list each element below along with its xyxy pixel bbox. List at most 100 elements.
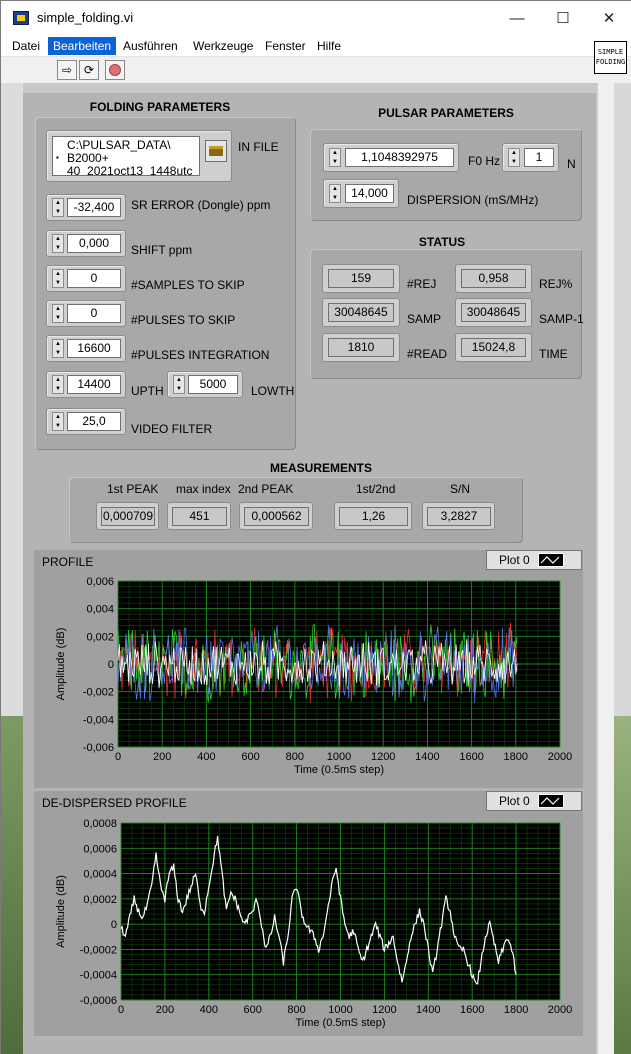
dispersion-input[interactable]: 14,000 [345, 184, 394, 203]
menu-hilfe[interactable]: Hilfe [312, 37, 346, 55]
browse-folder-icon[interactable] [205, 140, 227, 162]
dispersion-label: DISPERSION (mS/MHz) [407, 193, 539, 207]
x-tick-label: 600 [241, 751, 259, 763]
shift-input[interactable]: 0,000 [67, 234, 121, 253]
x-tick-label: 0 [118, 1004, 124, 1016]
toolbar: ⇨ ⟳ [1, 57, 631, 83]
minimize-button[interactable]: — [494, 1, 540, 35]
upth-input[interactable]: 14400 [67, 375, 121, 394]
pulses-integration-input[interactable]: 16600 [67, 339, 121, 358]
menu-ausfuehren[interactable]: Ausführen [118, 37, 183, 55]
second-peak-label: 2nd PEAK [238, 482, 294, 496]
rej-value: 159 [328, 269, 394, 288]
samp-indicator: 30048645 [322, 298, 400, 327]
vi-connector-icon: SIMPLE FOLDING [594, 41, 627, 74]
f0-control: ▲ ▼ 1,1048392975 [323, 143, 459, 172]
close-button[interactable]: ✕ [586, 1, 631, 35]
pulses-skip-input[interactable]: 0 [67, 304, 121, 323]
y-tick-label: 0,0008 [83, 818, 117, 830]
menu-bearbeiten[interactable]: Bearbeiten [48, 37, 117, 55]
infile-path-field[interactable]: C:\PULSAR_DATA\ B2000+ 40_2021oct13_1448… [52, 136, 200, 176]
sr-error-spinner[interactable]: ▲ ▼ [52, 198, 64, 217]
f0-spinner[interactable]: ▲ ▼ [329, 148, 341, 167]
x-tick-label: 400 [200, 1004, 218, 1016]
x-tick-label: 200 [153, 751, 171, 763]
samp1-indicator: 30048645 [455, 298, 532, 327]
sr-error-input[interactable]: -32,400 [67, 198, 121, 217]
shift-spinner[interactable]: ▲ ▼ [52, 234, 64, 253]
max-index-label: max index [176, 482, 231, 496]
x-axis-label: Time (0.5mS step) [295, 1017, 385, 1029]
samples-skip-label: #SAMPLES TO SKIP [131, 278, 245, 292]
samples-skip-input[interactable]: 0 [67, 269, 121, 288]
n-spinner[interactable]: ▲ ▼ [508, 148, 520, 167]
ratio-indicator: 1,26 [334, 502, 412, 530]
x-tick-label: 1800 [504, 751, 528, 763]
x-tick-label: 1000 [328, 1004, 352, 1016]
second-peak-value: 0,000562 [244, 507, 309, 526]
x-tick-label: 1200 [372, 1004, 396, 1016]
profile-plot-legend[interactable]: Plot 0 [486, 550, 582, 570]
maximize-button[interactable]: ☐ [540, 1, 586, 35]
first-peak-indicator: 0,000709 [96, 502, 159, 530]
lowth-spinner[interactable]: ▲ ▼ [173, 375, 185, 394]
line-style-icon [537, 794, 564, 808]
samp-value: 30048645 [328, 303, 394, 322]
application-window: simple_folding.vi — ☐ ✕ Datei Bearbeiten… [0, 0, 631, 1054]
menu-datei[interactable]: Datei [7, 37, 45, 55]
x-tick-label: 1200 [371, 751, 395, 763]
dedispersed-graph-title: DE-DISPERSED PROFILE [42, 796, 187, 810]
pulses-integration-control: ▲ ▼ 16600 [46, 335, 126, 362]
y-axis-label: Amplitude (dB) [55, 875, 67, 948]
first-peak-label: 1st PEAK [107, 482, 159, 496]
run-continuously-icon[interactable]: ⟳ [79, 60, 99, 80]
menu-bar: Datei Bearbeiten Ausführen Werkzeuge Fen… [1, 35, 631, 57]
x-tick-label: 1400 [415, 751, 439, 763]
rej-indicator: 159 [322, 264, 400, 293]
x-tick-label: 1600 [460, 1004, 484, 1016]
abort-icon[interactable] [105, 60, 125, 80]
first-peak-value: 0,000709 [101, 507, 155, 526]
f0-input[interactable]: 1,1048392975 [345, 148, 454, 167]
n-input[interactable]: 1 [524, 148, 554, 167]
run-arrow-icon[interactable]: ⇨ [57, 60, 77, 80]
upth-spinner[interactable]: ▲ ▼ [52, 375, 64, 394]
dedispersed-plot-legend[interactable]: Plot 0 [486, 791, 582, 811]
video-filter-spinner[interactable]: ▲ ▼ [52, 412, 64, 431]
title-bar: simple_folding.vi — ☐ ✕ [1, 1, 631, 35]
x-tick-label: 0 [115, 751, 121, 763]
x-tick-label: 800 [287, 1004, 305, 1016]
dispersion-spinner[interactable]: ▲ ▼ [329, 184, 341, 203]
x-tick-label: 2000 [548, 751, 572, 763]
rej-percent-label: REJ% [539, 277, 573, 291]
f0-label: F0 Hz [468, 154, 501, 168]
rej-label: #REJ [407, 277, 437, 291]
vertical-scrollbar[interactable] [597, 83, 614, 1054]
pulses-integration-spinner[interactable]: ▲ ▼ [52, 339, 64, 358]
video-filter-input[interactable]: 25,0 [67, 412, 121, 431]
sn-label: S/N [450, 482, 471, 496]
max-index-indicator: 451 [167, 502, 231, 530]
samples-skip-spinner[interactable]: ▲ ▼ [52, 269, 64, 288]
desktop-background [1, 716, 23, 1054]
y-tick-label: 0,0006 [83, 843, 117, 855]
pulses-skip-spinner[interactable]: ▲ ▼ [52, 304, 64, 323]
path-indicator-icon: ▪ [56, 153, 59, 162]
video-filter-control: ▲ ▼ 25,0 [46, 408, 126, 435]
menu-werkzeuge[interactable]: Werkzeuge [188, 37, 258, 55]
read-value: 1810 [328, 338, 394, 357]
menu-fenster[interactable]: Fenster [260, 37, 311, 55]
dedispersed-chart: 0 200 400 600 800 1000 1200 1400 1600 1800 2000 0,0… [55, 818, 572, 1029]
time-indicator: 15024,8 [455, 333, 532, 362]
samp1-value: 30048645 [461, 303, 526, 322]
rej-percent-value: 0,958 [461, 269, 526, 288]
infile-label: IN FILE [238, 140, 279, 154]
line-style-icon [537, 553, 564, 567]
read-label: #READ [407, 347, 448, 361]
time-value: 15024,8 [461, 338, 526, 357]
folding-parameters-title: FOLDING PARAMETERS [89, 100, 231, 114]
sn-indicator: 3,2827 [422, 502, 495, 530]
pulses-skip-label: #PULSES TO SKIP [131, 313, 236, 327]
lowth-input[interactable]: 5000 [188, 375, 238, 394]
samp-label: SAMP [407, 312, 442, 326]
